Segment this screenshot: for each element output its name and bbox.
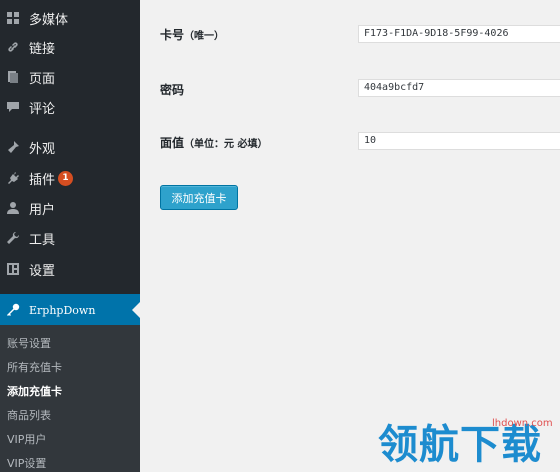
- plugin-icon: [6, 171, 20, 185]
- page-icon: [6, 70, 20, 84]
- plugin-update-badge: 1: [58, 170, 74, 186]
- password-input[interactable]: 404a9bcfd7: [358, 79, 560, 97]
- card-number-label-text: 卡号: [160, 28, 185, 42]
- appearance-icon: [6, 140, 20, 154]
- active-menu-arrow: [132, 302, 140, 318]
- sidebar-item-label: ErphpDown: [29, 303, 96, 317]
- comment-icon: [6, 100, 20, 114]
- watermark-url: lhdown.com: [492, 418, 553, 429]
- sidebar-item-label: 插件: [29, 172, 56, 188]
- submenu-item-product-list[interactable]: 商品列表: [7, 407, 51, 423]
- sidebar-item-settings[interactable]: 设置: [0, 256, 140, 282]
- sidebar-item-label: 多媒体: [29, 12, 69, 28]
- sidebar-item-plugins[interactable]: 插件 1: [0, 165, 140, 191]
- sidebar-item-label: 链接: [29, 41, 56, 57]
- sidebar-item-comments[interactable]: 评论: [0, 94, 140, 120]
- media-icon: [6, 11, 20, 25]
- sidebar-item-erphpdown[interactable]: ErphpDown: [0, 294, 140, 326]
- amount-label: 面值（单位：元 必填）: [160, 134, 268, 151]
- sidebar-item-appearance[interactable]: 外观: [0, 134, 140, 160]
- tools-icon: [6, 231, 20, 245]
- sidebar-item-label: 页面: [29, 71, 56, 87]
- sidebar-item-label: 设置: [29, 263, 56, 279]
- erphpdown-submenu: 账号设置 所有充值卡 添加充值卡 商品列表 VIP用户 VIP设置: [0, 325, 140, 472]
- sidebar-item-label: 用户: [29, 202, 56, 218]
- sidebar-item-links[interactable]: 链接: [0, 34, 140, 60]
- amount-note: （单位：元 必填）: [184, 139, 268, 150]
- card-number-label: 卡号（唯一）: [160, 26, 224, 43]
- sidebar-item-media[interactable]: 多媒体: [0, 5, 140, 31]
- card-number-input[interactable]: F173-F1DA-9D18-5F99-4026: [358, 25, 560, 43]
- main-content: 卡号（唯一） F173-F1DA-9D18-5F99-4026 密码 404a9…: [140, 0, 560, 472]
- sidebar-item-label: 工具: [29, 232, 56, 248]
- key-icon: [6, 303, 20, 317]
- card-number-note: （唯一）: [184, 31, 225, 42]
- link-icon: [6, 40, 20, 54]
- password-label: 密码: [160, 83, 185, 97]
- sidebar-item-label: 评论: [29, 101, 56, 117]
- settings-icon: [6, 262, 20, 276]
- submenu-item-account-settings[interactable]: 账号设置: [7, 335, 51, 351]
- submenu-item-vip-users[interactable]: VIP用户: [7, 431, 46, 447]
- amount-input[interactable]: 10: [358, 132, 560, 150]
- submenu-item-all-cards[interactable]: 所有充值卡: [7, 359, 62, 375]
- admin-sidebar: 多媒体 链接 页面 评论 外观 插件 1 用户 工具 设置 ErphpDown: [0, 0, 140, 472]
- sidebar-item-tools[interactable]: 工具: [0, 225, 140, 251]
- add-card-button[interactable]: 添加充值卡: [160, 185, 238, 210]
- amount-label-text: 面值: [160, 136, 185, 150]
- sidebar-item-users[interactable]: 用户: [0, 195, 140, 221]
- submenu-item-vip-settings[interactable]: VIP设置: [7, 455, 46, 471]
- submenu-item-add-card[interactable]: 添加充值卡: [7, 383, 62, 399]
- user-icon: [6, 201, 20, 215]
- sidebar-item-label: 外观: [29, 141, 56, 157]
- sidebar-item-pages[interactable]: 页面: [0, 64, 140, 90]
